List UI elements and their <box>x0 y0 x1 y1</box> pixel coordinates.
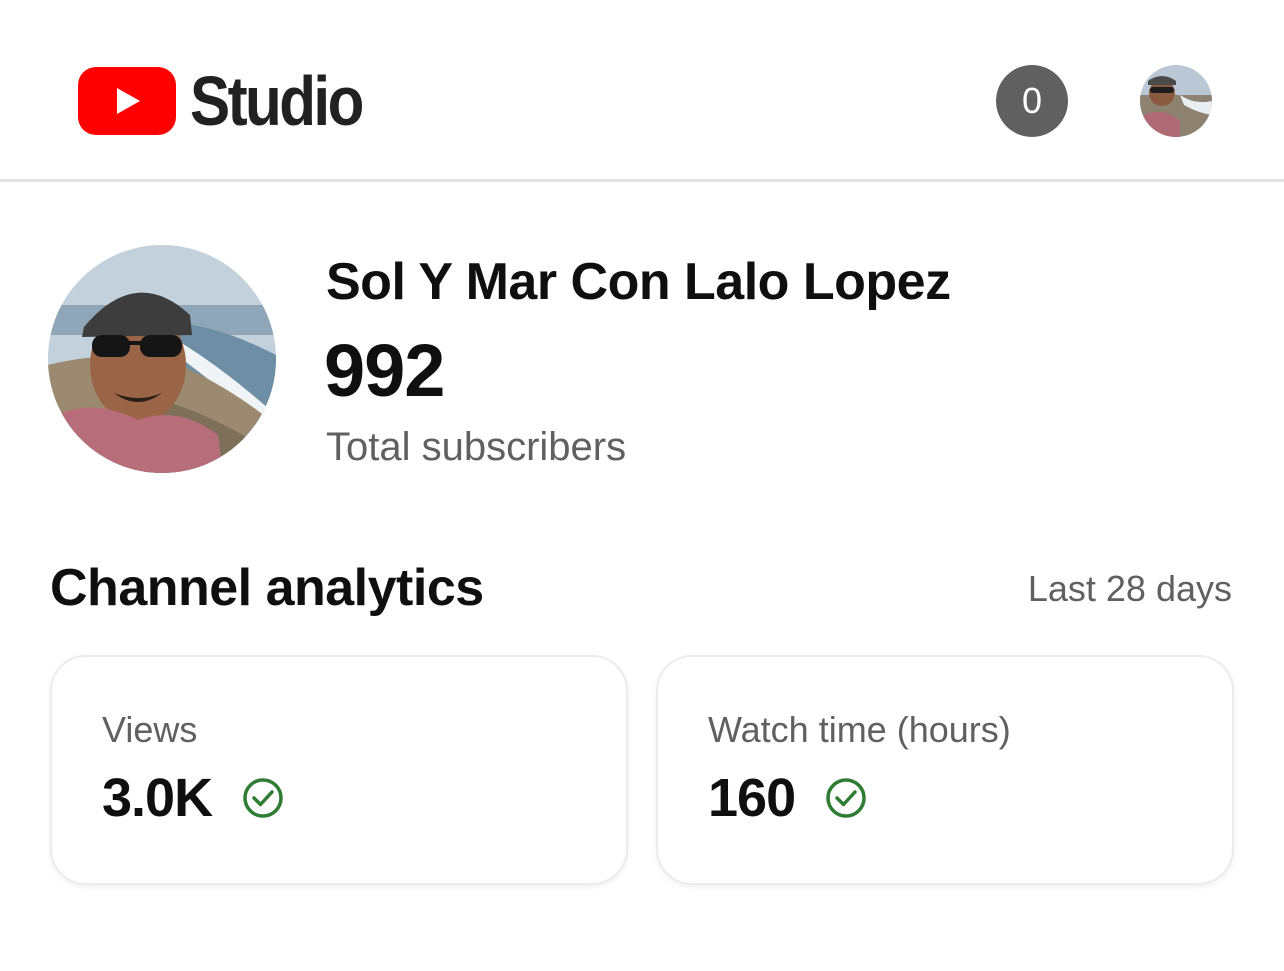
watch-time-card[interactable]: Watch time (hours) 160 <box>656 655 1234 885</box>
channel-name: Sol Y Mar Con Lalo Lopez <box>326 253 951 311</box>
check-circle-icon <box>825 777 867 819</box>
account-avatar[interactable] <box>1140 65 1212 137</box>
views-value-row: 3.0K <box>102 767 284 829</box>
watch-time-value: 160 <box>708 768 796 828</box>
subscriber-label: Total subscribers <box>326 425 627 469</box>
logo-text: Studio <box>190 62 364 140</box>
views-label: Views <box>102 709 198 750</box>
views-card[interactable]: Views 3.0K <box>50 655 628 885</box>
top-bar: Studio 0 <box>0 0 1284 182</box>
studio-page: Studio 0 Sol Y Mar Con Lalo Lopez 992 To… <box>0 0 1284 971</box>
subscriber-count: 992 <box>324 329 445 412</box>
views-value: 3.0K <box>102 768 213 828</box>
youtube-studio-logo[interactable]: Studio <box>78 66 390 136</box>
analytics-section-title: Channel analytics <box>50 559 484 617</box>
watch-time-label: Watch time (hours) <box>708 709 1011 750</box>
watch-time-value-row: 160 <box>708 767 867 829</box>
avatar-photo-icon <box>1140 65 1212 137</box>
channel-photo-icon <box>48 245 276 473</box>
check-circle-icon <box>242 777 284 819</box>
notifications-button[interactable]: 0 <box>996 65 1068 137</box>
channel-avatar[interactable] <box>48 245 276 473</box>
youtube-play-icon <box>78 67 176 135</box>
date-range-label: Last 28 days <box>1027 568 1232 609</box>
